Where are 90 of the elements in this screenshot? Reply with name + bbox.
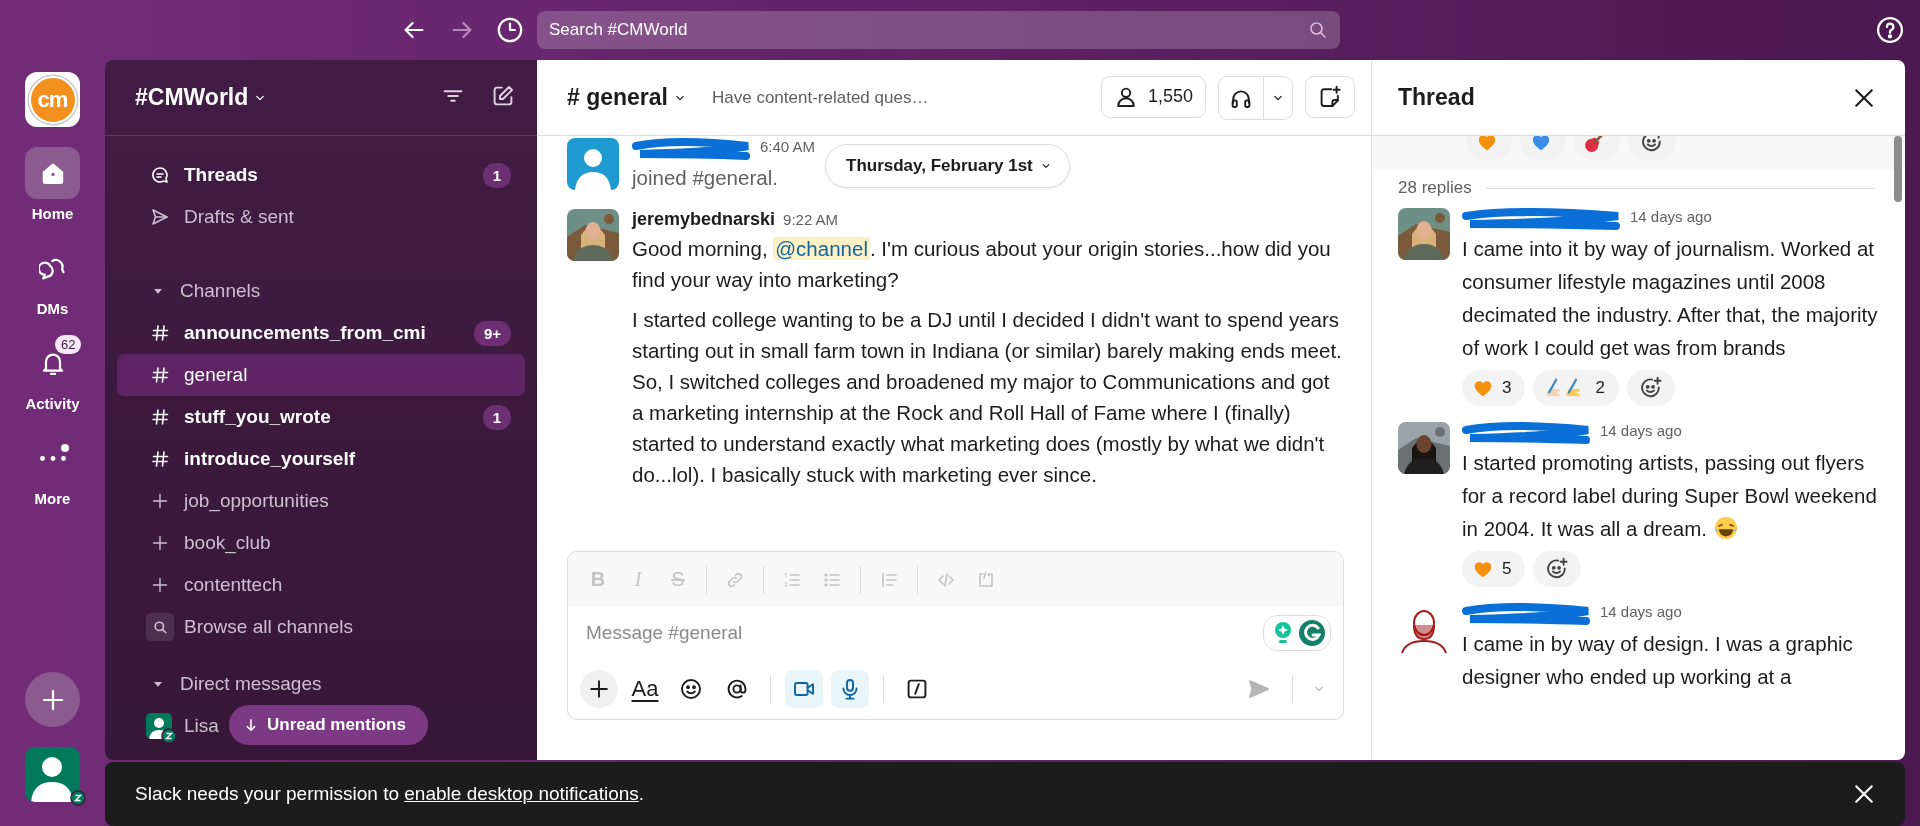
mic-button[interactable]: [831, 670, 869, 708]
channel-item[interactable]: book_club: [117, 522, 525, 564]
rail-tab[interactable]: Activity 62: [25, 337, 80, 412]
message-text: Good morning, @channel. I'm curious about your origin stories...how did you find your way into marketing?: [632, 236, 1332, 293]
notification-badge: 62: [55, 335, 82, 354]
browse-channels-item[interactable]: Browse all channels: [117, 606, 525, 648]
hash-icon: [150, 323, 170, 343]
channel-item[interactable]: stuff_you_wrote 1: [117, 396, 525, 438]
video-button[interactable]: [785, 670, 823, 708]
clock-icon: [496, 16, 524, 44]
section-header[interactable]: Direct messages: [117, 663, 525, 705]
reaction-pill[interactable]: 5: [1462, 551, 1526, 587]
grammarly-widget[interactable]: [1263, 615, 1331, 651]
smiley-icon: [679, 677, 703, 701]
at-sign-icon: [725, 677, 749, 701]
canvas-button[interactable]: [1305, 75, 1355, 118]
add-reaction-button[interactable]: [1533, 551, 1582, 587]
unread-mentions-button[interactable]: Unread mentions: [229, 705, 428, 745]
drafts-item[interactable]: Drafts & sent: [117, 196, 525, 238]
status-icon: [70, 790, 86, 806]
channel-title[interactable]: # general: [567, 84, 688, 111]
permission-message: Slack needs your permission to enable desktop notifications.: [135, 783, 645, 805]
workspace-name[interactable]: #CMWorld: [135, 84, 269, 111]
heart-icon: [1476, 136, 1498, 153]
add-button[interactable]: [25, 672, 80, 727]
reaction-pill[interactable]: 2: [1533, 370, 1619, 406]
reply-text: I started promoting artists, passing out flyers for a record label during Super Bowl weekend in 2004. It was all a dream.: [1462, 450, 1878, 543]
scrollbar-thumb[interactable]: [1894, 136, 1902, 202]
unread-count-badge: 9+: [473, 320, 511, 346]
channel-item[interactable]: introduce_yourself: [117, 438, 525, 480]
canvas-icon: [1318, 84, 1342, 109]
send-icon: [150, 207, 170, 227]
help-button[interactable]: [1876, 16, 1904, 44]
reaction-pill[interactable]: 3: [1462, 370, 1526, 406]
plus-icon: [150, 533, 170, 553]
rail-tab[interactable]: More: [25, 432, 80, 507]
add-reaction-icon: [1640, 136, 1664, 154]
reply-text: I came into it by way of journalism. Worked at consumer lifestyle magazines until 2008 decimated the industry. After that, the majority of work I could get was from brands: [1462, 236, 1879, 361]
channel-topic[interactable]: Have content-related ques…: [712, 87, 929, 108]
timestamp[interactable]: 9:22 AM: [783, 211, 839, 228]
direct-message-item[interactable]: Lisa: [117, 705, 219, 747]
laughing-emoji-icon: [1713, 515, 1739, 541]
plus-icon: [150, 491, 170, 511]
panel-title: Thread: [1398, 84, 1475, 111]
timestamp[interactable]: 14 days ago: [1600, 422, 1682, 439]
channel-item[interactable]: announcements_from_cmi 9+: [117, 312, 525, 354]
hash-icon: [150, 449, 170, 469]
channel-item[interactable]: job_opportunities: [117, 480, 525, 522]
formatting-button[interactable]: Aa: [626, 670, 664, 708]
reply-count: 28 replies: [1398, 178, 1472, 198]
channel-item[interactable]: general: [117, 354, 525, 396]
history-button[interactable]: [496, 16, 524, 44]
avatar-silhouette-icon: [567, 138, 619, 190]
hash-icon: [150, 407, 170, 427]
plus-icon: [587, 677, 611, 701]
code-block-icon: [976, 569, 996, 590]
send-icon: [1247, 677, 1271, 701]
more-icon: [38, 454, 67, 462]
enable-notifications-link[interactable]: enable desktop notifications: [404, 783, 639, 804]
add-reaction-button[interactable]: [1626, 370, 1675, 406]
heart-icon: [1530, 136, 1552, 153]
author-name[interactable]: jeremybednarski: [632, 209, 776, 230]
unread-count-badge: 1: [482, 404, 511, 430]
reply-text: I came in by way of design. I was a graphic designer who ended up working at a: [1462, 631, 1854, 690]
add-reaction-icon: [1545, 557, 1570, 581]
search-icon: [1308, 20, 1328, 40]
timestamp[interactable]: 14 days ago: [1600, 603, 1682, 620]
channel-item[interactable]: contenttech: [117, 564, 525, 606]
message-text: I started college wanting to be a DJ until I decided I didn't want to spend years starting out in small farm town in Indiana (or similar) barely making ends meet. So, I switched colleges and broadened my major to Communications and got a marketing internship at the Rock and Roll Hall of Fame where I (finally) started to understand exactly what marketing does (mostly by what we didn't do...lol). I basically stuck with marketing ever since.: [632, 307, 1343, 488]
timestamp[interactable]: 6:40 AM: [760, 138, 816, 155]
message-text: joined #general.: [632, 165, 778, 191]
add-reaction-icon: [1638, 376, 1663, 400]
rail-tab[interactable]: DMs: [25, 242, 80, 317]
threads-item[interactable]: Threads 1: [117, 154, 525, 196]
plus-icon: [150, 575, 170, 595]
channel-mention[interactable]: @channel: [773, 237, 870, 260]
timestamp[interactable]: 14 days ago: [1630, 208, 1712, 225]
slash-icon: [905, 677, 929, 701]
lightbulb-icon: [1272, 621, 1294, 645]
thread-bubble-icon: [150, 165, 170, 185]
user-avatar-icon[interactable]: [25, 747, 80, 802]
section-header[interactable]: Channels: [117, 270, 525, 312]
help-icon: [1876, 16, 1904, 44]
status-icon: [161, 728, 177, 744]
members-button[interactable]: 1,550: [1100, 75, 1206, 118]
hash-icon: [150, 365, 170, 385]
attach-button[interactable]: [580, 670, 618, 708]
grammarly-logo-icon: [1298, 619, 1326, 647]
date-divider[interactable]: Thursday, February 1st: [825, 144, 1070, 188]
unread-count-badge: 1: [482, 162, 511, 188]
